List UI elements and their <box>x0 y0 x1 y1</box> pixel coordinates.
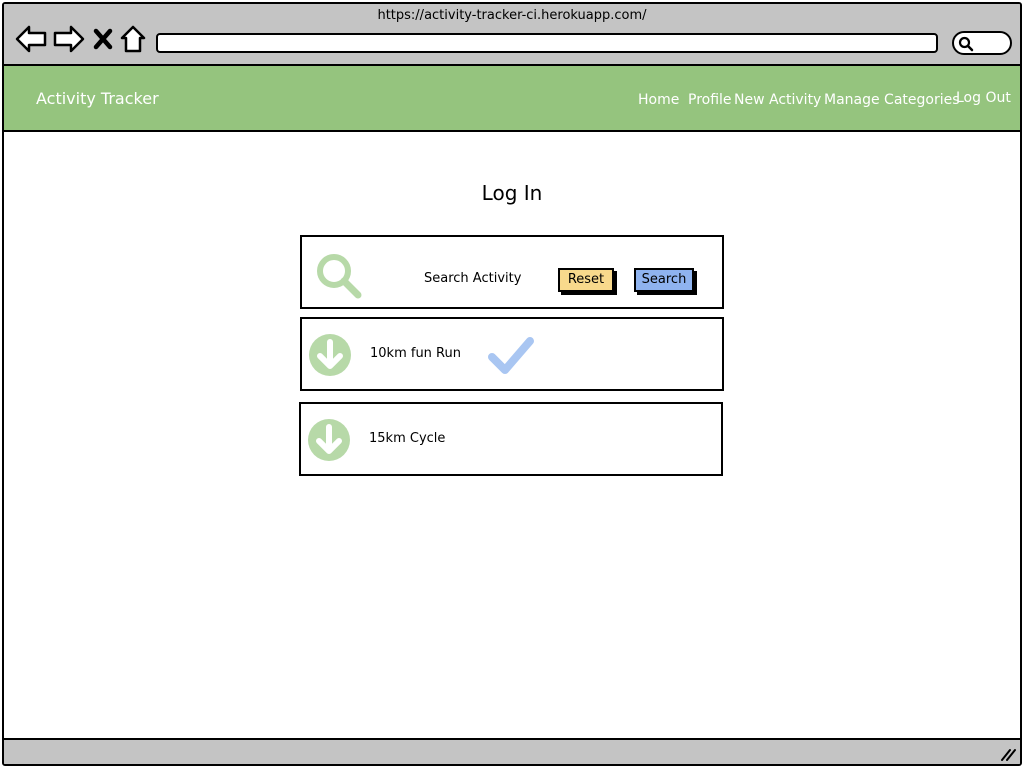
nav-link-profile[interactable]: Profile <box>688 92 732 108</box>
search-button[interactable]: Search <box>634 268 694 292</box>
nav-link-log-out[interactable]: Log Out <box>956 90 1011 106</box>
search-panel: Search Activity Reset Search <box>300 235 724 309</box>
url-display: https://activity-tracker-ci.herokuapp.co… <box>377 8 647 23</box>
nav-link-manage-categories[interactable]: Manage Categories <box>824 92 960 108</box>
browser-search-field[interactable] <box>952 31 1012 55</box>
close-icon[interactable] <box>90 24 116 54</box>
nav-link-new-activity[interactable]: New Activity <box>734 92 821 108</box>
activity-name: 10km fun Run <box>370 346 461 361</box>
browser-toolbar: https://activity-tracker-ci.herokuapp.co… <box>4 4 1020 66</box>
address-bar[interactable] <box>156 33 938 53</box>
activity-name: 15km Cycle <box>369 431 446 446</box>
back-arrow-icon[interactable] <box>14 24 48 54</box>
brand-logo-text[interactable]: Activity Tracker <box>36 89 159 108</box>
arrow-down-circle-icon[interactable] <box>308 333 352 377</box>
activity-item[interactable]: 10km fun Run <box>300 317 724 391</box>
home-icon[interactable] <box>118 24 148 54</box>
arrow-down-circle-icon[interactable] <box>307 418 351 462</box>
search-activity-label: Search Activity <box>424 271 522 286</box>
browser-status-bar <box>4 738 1020 764</box>
resize-grip-icon[interactable] <box>1000 747 1016 761</box>
search-icon <box>317 254 362 299</box>
checkmark-icon <box>488 337 534 374</box>
browser-window: https://activity-tracker-ci.herokuapp.co… <box>2 2 1022 766</box>
magnifier-icon <box>958 36 974 52</box>
page-title: Log In <box>481 181 543 205</box>
nav-link-home[interactable]: Home <box>638 92 679 108</box>
forward-arrow-icon[interactable] <box>52 24 86 54</box>
app-navbar: Activity Tracker Home Profile New Activi… <box>4 66 1020 132</box>
activity-item[interactable]: 15km Cycle <box>299 402 723 476</box>
reset-button[interactable]: Reset <box>558 268 614 292</box>
